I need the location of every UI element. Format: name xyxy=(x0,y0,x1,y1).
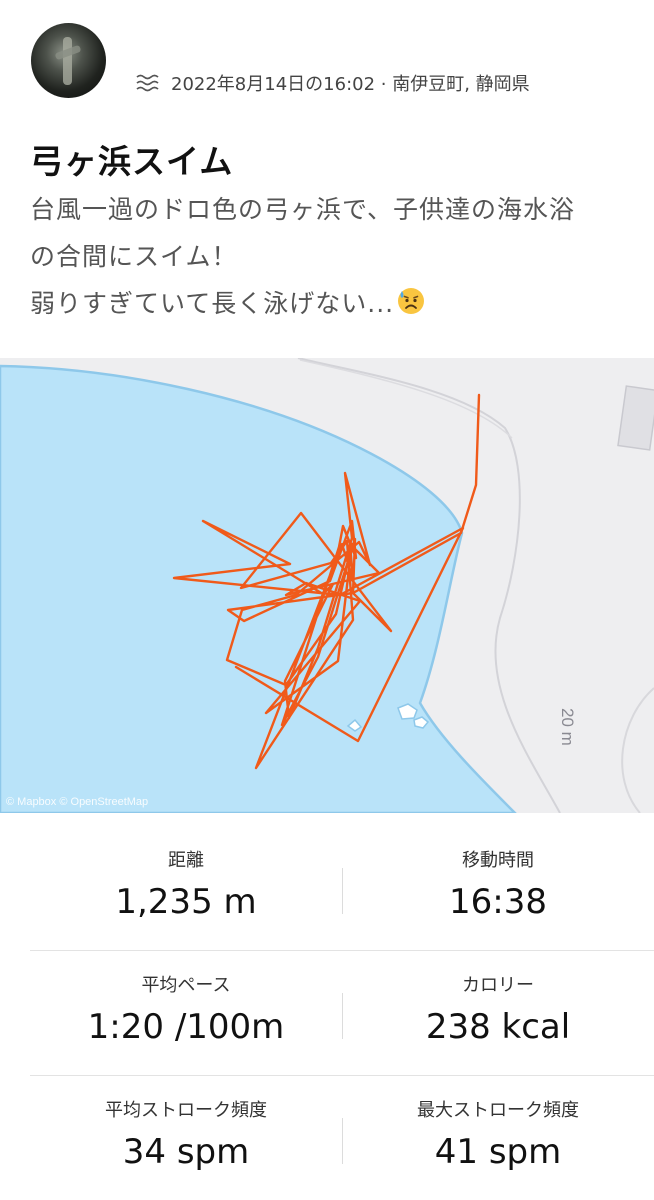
anxious-sweat-face-emoji xyxy=(396,284,426,331)
activity-description: 台風一過のドロ色の弓ヶ浜で、子供達の海水浴 の合間にスイム！ 弱りすぎていて長く… xyxy=(30,186,650,331)
contour-label: 20 m xyxy=(558,708,577,746)
map-water xyxy=(0,364,517,813)
stat-value: 238 kcal xyxy=(425,1007,571,1047)
route-map-canvas: 20 m © Mapbox © OpenStreetMap xyxy=(0,358,654,813)
description-line: 台風一過のドロ色の弓ヶ浜で、子供達の海水浴 xyxy=(30,195,576,224)
description-line: の合間にスイム！ xyxy=(30,242,238,271)
stat-moving-time: 移動時間 16:38 xyxy=(342,826,654,922)
avatar[interactable] xyxy=(31,23,106,98)
avatar-figure xyxy=(63,37,72,85)
swim-waves-icon xyxy=(136,74,159,92)
map-building xyxy=(617,385,654,451)
stat-label: 距離 xyxy=(168,850,204,871)
stat-value: 16:38 xyxy=(449,882,547,922)
stat-avg-pace: 平均ペース 1:20 /100m xyxy=(30,951,342,1047)
activity-date-location: 2022年8月14日の16:02 · 南伊豆町, 静岡県 xyxy=(171,74,530,95)
stat-avg-stroke-rate: 平均ストローク頻度 34 spm xyxy=(30,1076,342,1172)
stat-value: 1:20 /100m xyxy=(87,1007,285,1047)
route-map[interactable]: 20 m © Mapbox © OpenStreetMap xyxy=(0,358,654,813)
activity-meta: 2022年8月14日の16:02 · 南伊豆町, 静岡県 xyxy=(135,70,530,96)
stat-calories: カロリー 238 kcal xyxy=(342,951,654,1047)
stat-label: カロリー xyxy=(462,975,534,996)
activity-title: 弓ヶ浜スイム xyxy=(30,142,234,181)
stats-panel: 距離 1,235 m 移動時間 16:38 平均ペース 1:20 /100m カ… xyxy=(30,826,654,1200)
map-attribution: © Mapbox © OpenStreetMap xyxy=(6,796,148,808)
stat-value: 41 spm xyxy=(434,1132,562,1172)
map-contour xyxy=(621,687,654,813)
stats-row: 平均ペース 1:20 /100m カロリー 238 kcal xyxy=(30,950,654,1075)
description-line-with-emoji: 弱りすぎていて長く泳げない... xyxy=(30,280,650,331)
stats-row: 距離 1,235 m 移動時間 16:38 xyxy=(30,826,654,950)
description-line: 弱りすぎていて長く泳げない... xyxy=(30,289,395,318)
stat-label: 平均ストローク頻度 xyxy=(105,1100,267,1121)
stat-label: 平均ペース xyxy=(141,975,231,996)
contour-label-group: 20 m xyxy=(558,708,577,746)
stat-max-stroke-rate: 最大ストローク頻度 41 spm xyxy=(342,1076,654,1172)
stat-distance: 距離 1,235 m xyxy=(30,826,342,922)
stat-value: 1,235 m xyxy=(115,882,257,922)
stat-label: 最大ストローク頻度 xyxy=(417,1100,579,1121)
stat-label: 移動時間 xyxy=(462,850,534,871)
stat-value: 34 spm xyxy=(122,1132,250,1172)
stats-row: 平均ストローク頻度 34 spm 最大ストローク頻度 41 spm xyxy=(30,1075,654,1200)
map-contour xyxy=(299,359,513,439)
